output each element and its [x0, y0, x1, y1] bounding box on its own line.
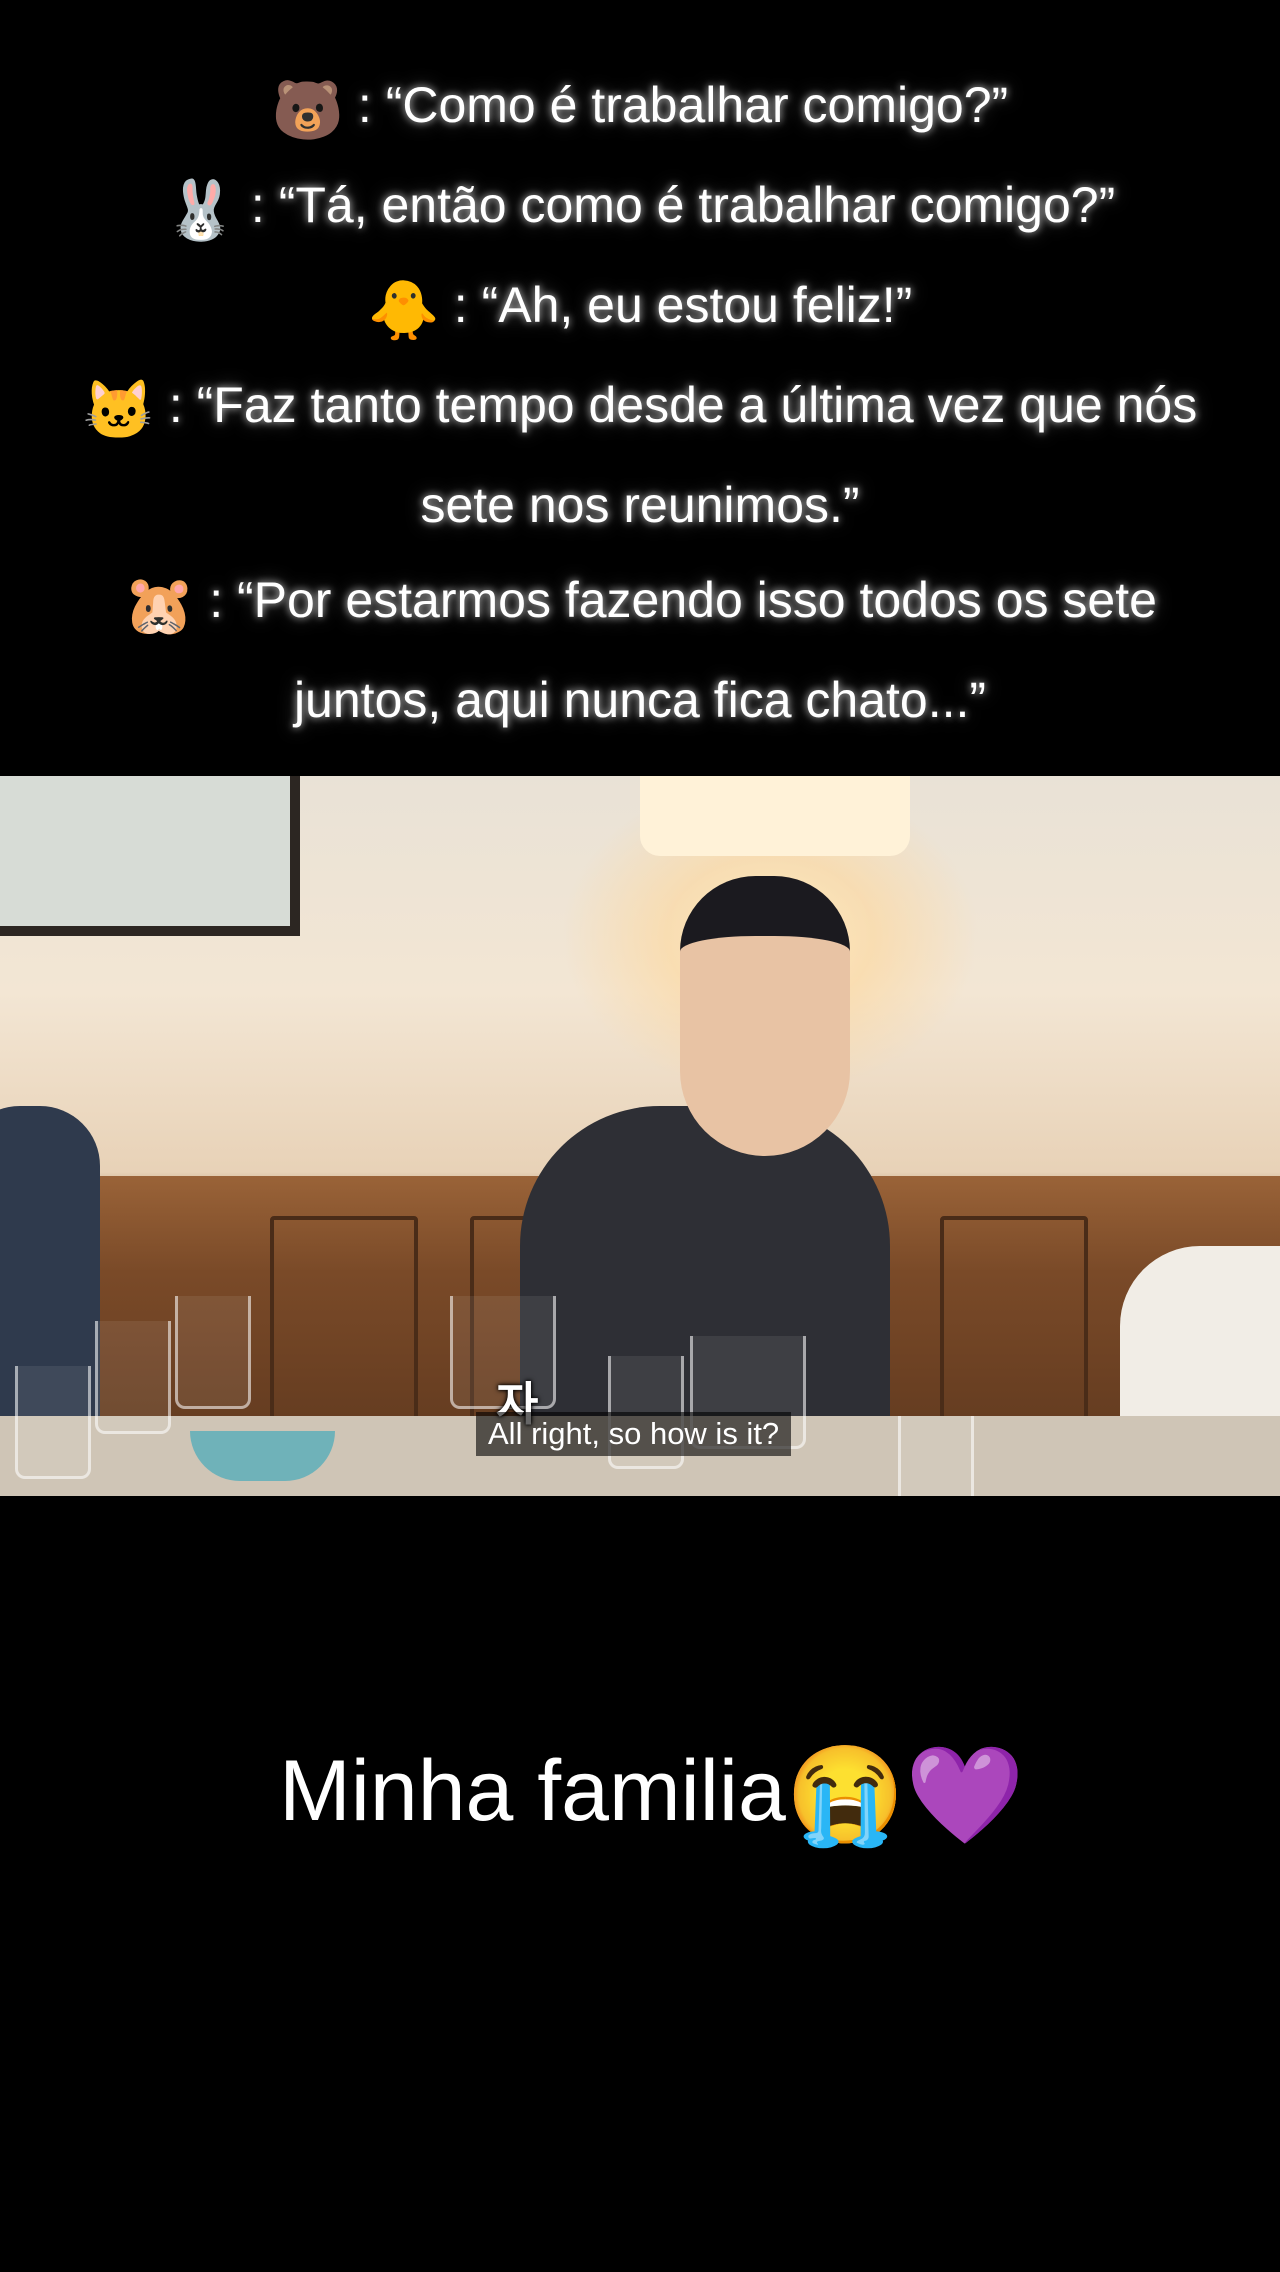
quote-line-3: 🐥 : “Ah, eu estou feliz!”	[0, 258, 1280, 358]
quote-text-1: : “Como é trabalhar comigo?”	[357, 77, 1009, 133]
quote-overlay: 🐻 : “Como é trabalhar comigo?” 🐰 : “Tá, …	[0, 58, 1280, 748]
post-caption: Minha familia😭💜	[0, 1740, 1280, 1852]
bear-icon: 🐻	[271, 78, 345, 143]
quote-text-5: : “Por estarmos fazendo isso todos os se…	[209, 572, 1157, 728]
glass	[175, 1296, 251, 1409]
quote-line-5: 🐹 : “Por estarmos fazendo isso todos os …	[50, 553, 1230, 748]
quote-text-2: : “Tá, então como é trabalhar comigo?”	[250, 177, 1116, 233]
caption-text: Minha familia	[279, 1743, 786, 1839]
quote-line-4: 🐱 : “Faz tanto tempo desde a última vez …	[50, 358, 1230, 553]
video-subtitle: All right, so how is it?	[476, 1412, 792, 1456]
glass	[95, 1321, 171, 1434]
loudly-crying-face-icon: 😭	[785, 1742, 906, 1849]
quote-text-3: : “Ah, eu estou feliz!”	[453, 277, 913, 333]
hamster-icon: 🐹	[123, 573, 196, 638]
quote-line-1: 🐻 : “Como é trabalhar comigo?”	[0, 58, 1280, 158]
cat-icon: 🐱	[82, 378, 155, 443]
quote-line-2: 🐰 : “Tá, então como é trabalhar comigo?”	[0, 158, 1280, 258]
chick-icon: 🐥	[367, 278, 440, 343]
wall-picture-frame	[0, 776, 300, 936]
video-frame[interactable]: 자 All right, so how is it?	[0, 776, 1280, 1496]
glass	[15, 1366, 91, 1479]
rabbit-icon: 🐰	[164, 178, 237, 243]
glass	[898, 1416, 974, 1496]
person-center-head	[680, 876, 850, 1156]
quote-text-4: : “Faz tanto tempo desde a última vez qu…	[168, 377, 1198, 533]
lamp-shade	[640, 776, 910, 856]
purple-heart-icon: 💜	[905, 1742, 1025, 1849]
